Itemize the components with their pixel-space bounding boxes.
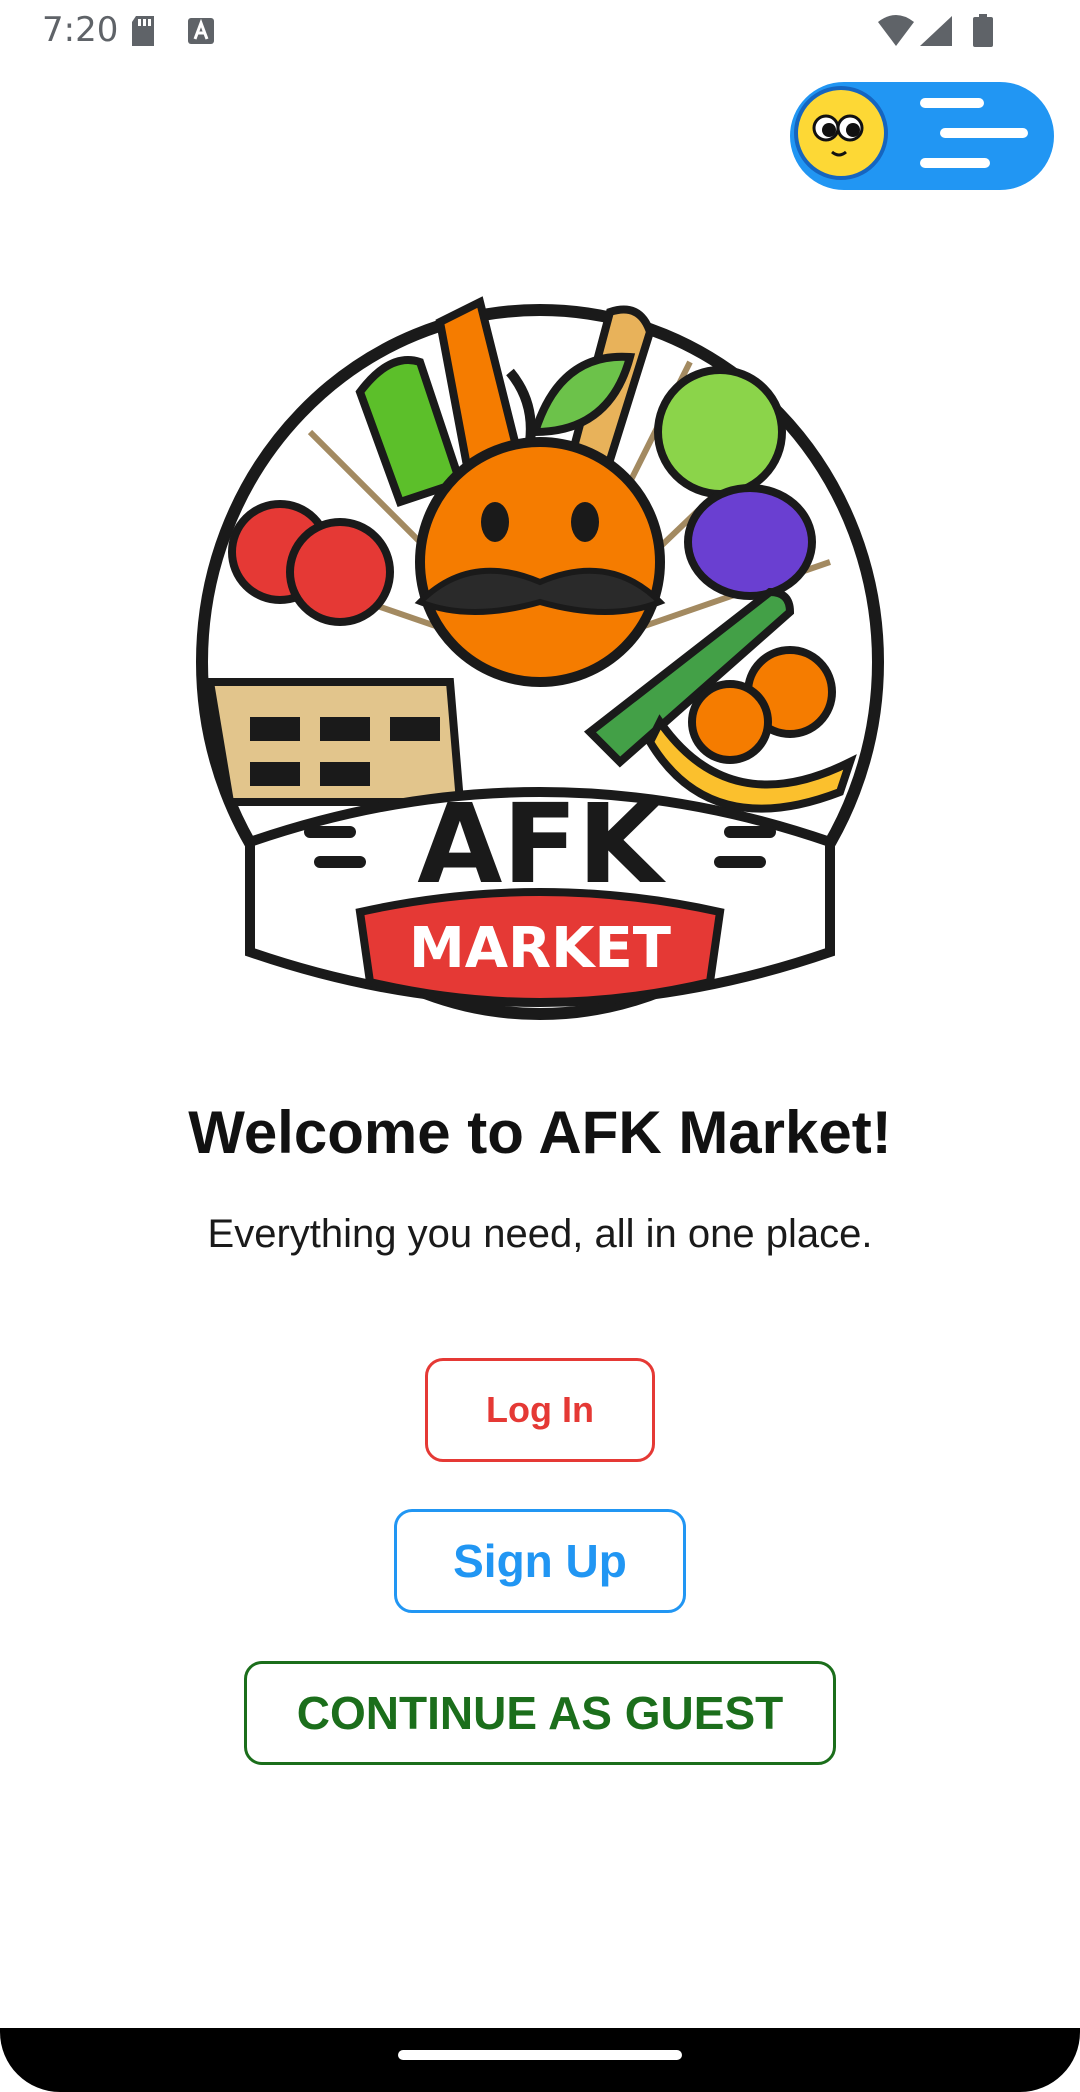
welcome-subtitle: Everything you need, all in one place. [207,1212,873,1256]
wifi-icon [876,14,916,53]
speed-lines-icon [900,98,1040,183]
sd-card-icon [128,14,158,53]
accessibility-a-icon [186,14,216,53]
assistant-bubble-button[interactable] [790,82,1054,190]
gesture-navigation-bar [0,2028,1080,2092]
signup-button[interactable]: Sign Up [394,1509,686,1613]
battery-icon [972,14,994,53]
login-button[interactable]: Log In [425,1358,655,1462]
signup-button-label: Sign Up [453,1535,627,1587]
continue-as-guest-label: CONTINUE AS GUEST [296,1687,784,1739]
status-bar: 7:20 [0,0,1080,64]
login-button-label: Log In [486,1389,594,1430]
status-time: 7:20 [42,10,119,50]
continue-as-guest-button[interactable]: CONTINUE AS GUEST [244,1661,836,1765]
afk-market-logo: AFK MARKET [190,262,890,1026]
signal-icon [918,14,954,53]
welcome-title: Welcome to AFK Market! [188,1099,892,1166]
assistant-face-icon [794,86,888,180]
logo-sub-brand-text: MARKET [409,916,671,981]
home-gesture-handle[interactable] [398,2050,682,2060]
